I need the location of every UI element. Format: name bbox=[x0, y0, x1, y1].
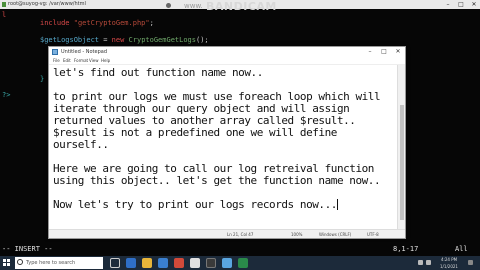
left-mark-1: l bbox=[2, 11, 7, 19]
app-icon[interactable] bbox=[238, 258, 248, 268]
status-zoom: 100% bbox=[291, 232, 303, 237]
recorder-site: www. bbox=[184, 2, 203, 10]
terminal-title: root@suyog-vg: /var/www/html bbox=[8, 1, 86, 7]
clock-date: 1/1/2021 bbox=[440, 264, 458, 269]
clock-time: 4:24 PM bbox=[440, 257, 458, 262]
left-mark-3: } bbox=[40, 75, 45, 83]
terminal-taskbar-icon[interactable] bbox=[206, 258, 216, 268]
maximize-button[interactable]: □ bbox=[455, 0, 467, 9]
code-token: (); bbox=[195, 36, 209, 44]
scrollbar-thumb[interactable] bbox=[400, 105, 404, 220]
text-line: ourself.. bbox=[53, 138, 109, 151]
file-explorer-icon[interactable] bbox=[142, 258, 152, 268]
text-line-last-content: Now let's try to print our logs records … bbox=[53, 198, 337, 211]
text-line: using this object.. let's get the functi… bbox=[53, 174, 381, 187]
task-view-icon[interactable] bbox=[110, 258, 120, 268]
text-line-last: Now let's try to print our logs records … bbox=[53, 199, 338, 211]
code-token: "getCryptoGem.php" bbox=[73, 19, 150, 27]
clock[interactable]: 4:24 PM 1/1/2021 bbox=[436, 256, 462, 270]
taskbar: Type here to search 4:24 PM 1/1/2021 bbox=[0, 256, 480, 270]
notepad-maximize-button[interactable]: □ bbox=[377, 47, 391, 57]
menu-format[interactable]: Format bbox=[74, 57, 88, 65]
menu-edit[interactable]: Edit bbox=[63, 57, 71, 65]
notepad-title: Untitled - Notepad bbox=[61, 49, 108, 55]
code-line: include "getCryptoGem.php"; bbox=[40, 18, 154, 28]
chrome-icon[interactable] bbox=[190, 258, 200, 268]
notepad-icon bbox=[52, 49, 58, 55]
text-line: let's find out function name now.. bbox=[53, 66, 263, 79]
menu-view[interactable]: View bbox=[89, 57, 99, 65]
edge-icon[interactable] bbox=[126, 258, 136, 268]
taskbar-search-box[interactable]: Type here to search bbox=[15, 257, 103, 269]
bandicam-icon[interactable] bbox=[174, 258, 184, 268]
status-position: Ln 21, Col 47 bbox=[227, 232, 254, 237]
notepad-close-button[interactable]: ✕ bbox=[391, 47, 405, 57]
notepad-minimize-button[interactable]: – bbox=[363, 47, 377, 57]
close-button[interactable]: ✕ bbox=[468, 0, 480, 9]
code-token: include bbox=[40, 19, 70, 27]
notification-icon[interactable] bbox=[468, 260, 473, 265]
network-icon[interactable] bbox=[418, 260, 423, 265]
vim-cursor-position: 8,1-17 bbox=[393, 245, 419, 253]
start-button[interactable] bbox=[3, 259, 11, 267]
notepad-menubar: File Edit Format View Help bbox=[49, 57, 405, 65]
search-icon bbox=[17, 259, 23, 265]
code-line: $getLogsObject = new CryptoGemGetLogs(); bbox=[40, 35, 209, 45]
minimize-button[interactable]: – bbox=[442, 0, 454, 9]
left-mark-2: ?> bbox=[2, 91, 11, 99]
notepad-text-area[interactable]: let's find out function name now.. to pr… bbox=[49, 65, 399, 230]
recorder-overlay: www. BANDICAM bbox=[160, 0, 330, 14]
notepad-statusbar: Ln 21, Col 47 100% Windows (CRLF) UTF-8 bbox=[49, 229, 405, 238]
vim-scroll: All bbox=[455, 245, 468, 253]
menu-help[interactable]: Help bbox=[101, 57, 110, 65]
record-icon bbox=[166, 3, 171, 8]
code-token: CryptoGemGetLogs bbox=[128, 36, 196, 44]
store-icon[interactable] bbox=[158, 258, 168, 268]
terminal-app-icon bbox=[2, 2, 6, 7]
code-token: new bbox=[111, 36, 125, 44]
notepad-window[interactable]: Untitled - Notepad – □ ✕ File Edit Forma… bbox=[48, 46, 406, 239]
status-encoding: UTF-8 bbox=[367, 232, 379, 237]
menu-file[interactable]: File bbox=[53, 57, 60, 65]
volume-icon[interactable] bbox=[426, 260, 431, 265]
notepad-titlebar: Untitled - Notepad – □ ✕ bbox=[49, 47, 405, 57]
vim-mode: -- INSERT -- bbox=[2, 245, 53, 253]
text-cursor bbox=[336, 199, 338, 210]
vim-status-line: -- INSERT -- 8,1-17 All bbox=[0, 242, 480, 256]
code-token: = bbox=[99, 36, 112, 44]
notepad-vertical-scrollbar[interactable] bbox=[397, 65, 405, 230]
search-placeholder: Type here to search bbox=[26, 260, 76, 266]
recorder-brand: BANDICAM bbox=[206, 0, 277, 13]
code-token: ; bbox=[149, 19, 154, 27]
notepad-taskbar-icon[interactable] bbox=[222, 258, 232, 268]
code-token: $getLogsObject bbox=[40, 36, 100, 44]
status-line-ending: Windows (CRLF) bbox=[319, 232, 352, 237]
